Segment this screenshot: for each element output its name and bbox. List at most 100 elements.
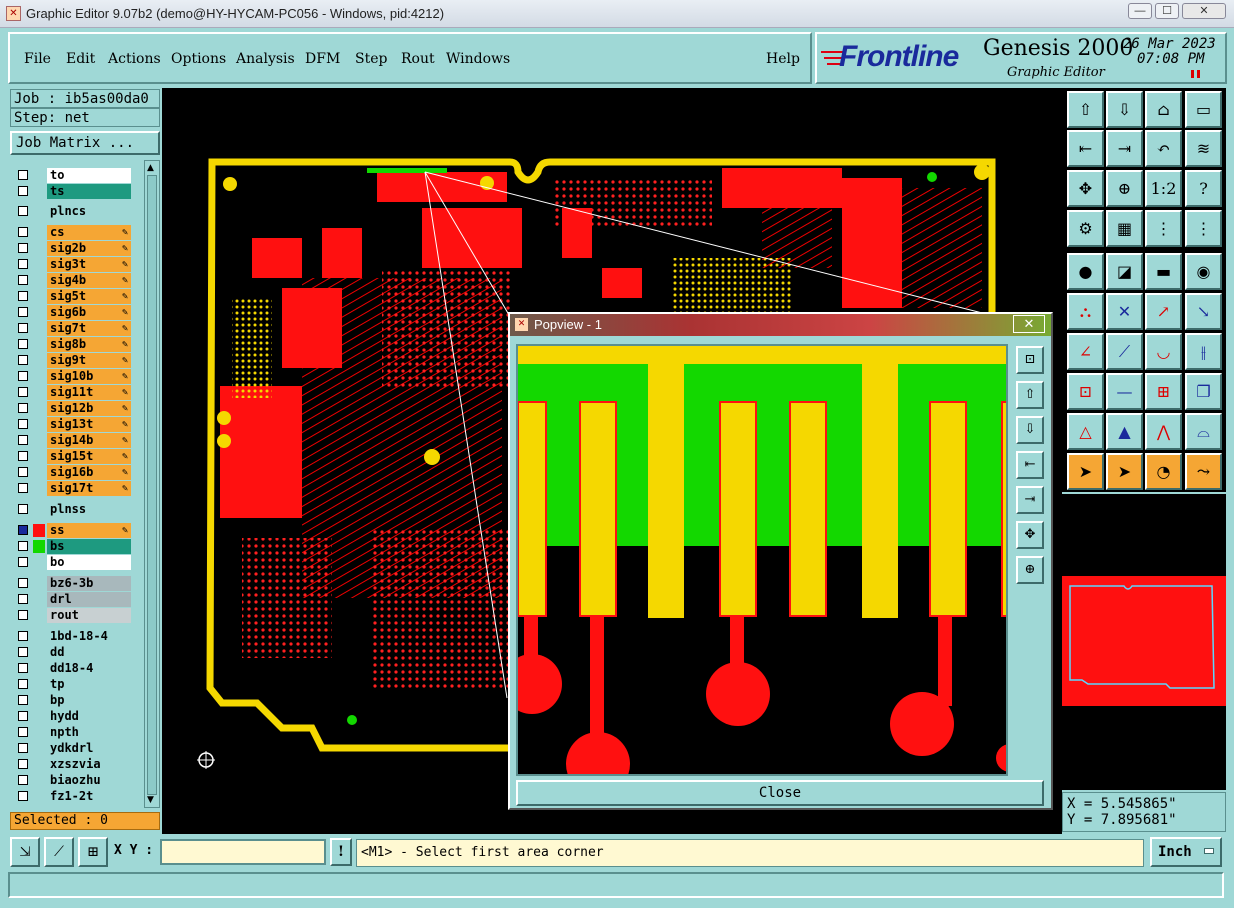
maximize-button[interactable]: ☐ — [1155, 3, 1179, 19]
layer-checkbox[interactable] — [18, 525, 28, 535]
merge-icon[interactable]: ⫲ — [1185, 333, 1222, 370]
slash-icon[interactable]: ⟋ — [1106, 333, 1143, 370]
layer-checkbox[interactable] — [18, 791, 28, 801]
layer-row[interactable]: sig12b ✎ — [15, 401, 131, 416]
layer-checkbox[interactable] — [18, 467, 28, 477]
fit-all-icon[interactable]: ✥ — [1067, 170, 1104, 207]
triangle-select-icon[interactable]: ▲ — [1106, 413, 1143, 450]
layer-row[interactable]: drl — [15, 592, 131, 607]
scroll-thumb[interactable] — [147, 175, 157, 795]
measure-tool-icon[interactable]: ⟋ — [44, 837, 74, 867]
layer-checkbox[interactable] — [18, 227, 28, 237]
pan-left-icon[interactable]: ⇤ — [1067, 130, 1104, 167]
menu-actions[interactable]: Actions — [108, 51, 161, 67]
layer-row[interactable]: sig16b ✎ — [15, 465, 131, 480]
layer-row[interactable]: sig8b ✎ — [15, 337, 131, 352]
layer-row[interactable]: npth — [15, 725, 131, 740]
ruler-icon[interactable]: ▬ — [1145, 253, 1182, 290]
pad-select-icon[interactable]: ● — [1067, 253, 1104, 290]
layer-row[interactable]: sig14b ✎ — [15, 433, 131, 448]
layer-row[interactable]: sig6b ✎ — [15, 305, 131, 320]
layer-row[interactable]: plncs — [15, 204, 131, 219]
layer-checkbox[interactable] — [18, 711, 28, 721]
fill-icon[interactable]: ◉ — [1185, 253, 1222, 290]
layer-row[interactable]: bp — [15, 693, 131, 708]
snap-icon[interactable]: ≋ — [1185, 130, 1222, 167]
home-up-icon[interactable]: ⇧ — [1067, 91, 1104, 128]
pointer-circle-icon[interactable]: ◔ — [1145, 453, 1182, 490]
layer-checkbox[interactable] — [18, 259, 28, 269]
layer-checkbox[interactable] — [18, 483, 28, 493]
copy-shapes-icon[interactable]: ❐ — [1185, 373, 1222, 410]
alert-icon[interactable]: ! — [330, 838, 352, 866]
grid-tool-icon[interactable]: ⊞ — [78, 837, 108, 867]
layer-checkbox[interactable] — [18, 419, 28, 429]
layer-checkbox[interactable] — [18, 371, 28, 381]
layer-row[interactable]: bz6-3b — [15, 576, 131, 591]
layer-row[interactable]: dd — [15, 645, 131, 660]
tool-settings-icon[interactable]: ⚙ — [1067, 210, 1104, 247]
layers-red-icon[interactable]: ⋮ — [1145, 210, 1182, 247]
layer-row[interactable]: fz1-2t — [15, 789, 131, 804]
layer-checkbox[interactable] — [18, 323, 28, 333]
layer-checkbox[interactable] — [18, 557, 28, 567]
layer-row[interactable]: ts — [15, 184, 131, 199]
line-draw-icon[interactable]: ∠ — [1067, 333, 1104, 370]
menu-help[interactable]: Help — [766, 51, 800, 67]
layer-checkbox[interactable] — [18, 451, 28, 461]
layer-row[interactable]: rout — [15, 608, 131, 623]
arc-icon[interactable]: ◡ — [1145, 333, 1182, 370]
layer-checkbox[interactable] — [18, 275, 28, 285]
zoom-window-icon[interactable]: ⊡ — [1016, 346, 1044, 374]
layer-row[interactable]: sig2b ✎ — [15, 241, 131, 256]
layer-checkbox[interactable] — [18, 775, 28, 785]
line-select-icon[interactable]: ◪ — [1106, 253, 1143, 290]
layer-row[interactable]: tp — [15, 677, 131, 692]
fit-icon[interactable]: ✥ — [1016, 521, 1044, 549]
query-icon[interactable]: ? — [1185, 170, 1222, 207]
menu-file[interactable]: File — [24, 51, 51, 67]
pan-left-icon[interactable]: ⇤ — [1016, 451, 1044, 479]
layer-row[interactable]: xzszvia — [15, 757, 131, 772]
layer-checkbox[interactable] — [18, 307, 28, 317]
pan-right-icon[interactable]: ⇥ — [1016, 486, 1044, 514]
arc-point-icon[interactable]: ↗ — [1145, 293, 1182, 330]
layer-row[interactable]: sig3t ✎ — [15, 257, 131, 272]
dash-icon[interactable]: — — [1106, 373, 1143, 410]
popview-canvas[interactable] — [516, 344, 1008, 776]
triangle-icon[interactable]: △ — [1067, 413, 1104, 450]
layer-row[interactable]: to — [15, 168, 131, 183]
layer-checkbox[interactable] — [18, 759, 28, 769]
close-window-button[interactable]: ✕ — [1182, 3, 1226, 19]
layer-row[interactable]: sig10b ✎ — [15, 369, 131, 384]
undo-icon[interactable]: ↶ — [1145, 130, 1182, 167]
overview-map[interactable] — [1062, 494, 1226, 790]
xy-input[interactable] — [160, 839, 326, 865]
layer-row[interactable]: sig13t ✎ — [15, 417, 131, 432]
popview-title-bar[interactable]: ✕ Popview - 1 ✕ — [510, 314, 1051, 336]
page-up-icon[interactable]: ⇧ — [1016, 381, 1044, 409]
layer-checkbox[interactable] — [18, 679, 28, 689]
menu-analysis[interactable]: Analysis — [236, 51, 295, 67]
scroll-up-icon[interactable]: ▲ — [147, 163, 154, 173]
layer-row[interactable]: plnss — [15, 502, 131, 517]
popview-close-icon[interactable]: ✕ — [1013, 315, 1045, 333]
layer-checkbox[interactable] — [18, 243, 28, 253]
layer-checkbox[interactable] — [18, 291, 28, 301]
layer-row[interactable]: 1bd-18-4 — [15, 629, 131, 644]
layer-row[interactable]: bs — [15, 539, 131, 554]
layer-checkbox[interactable] — [18, 647, 28, 657]
layer-row[interactable]: sig4b ✎ — [15, 273, 131, 288]
layer-row[interactable]: ss ✎ — [15, 523, 131, 538]
layer-checkbox[interactable] — [18, 578, 28, 588]
scroll-down-icon[interactable]: ▼ — [147, 795, 154, 805]
layer-checkbox[interactable] — [18, 695, 28, 705]
layer-row[interactable]: sig9t ✎ — [15, 353, 131, 368]
layer-row[interactable]: sig15t ✎ — [15, 449, 131, 464]
layer-checkbox[interactable] — [18, 610, 28, 620]
layer-row[interactable]: ydkdrl — [15, 741, 131, 756]
zoom-tool-icon[interactable]: ⇲ — [10, 837, 40, 867]
layer-row[interactable]: sig17t ✎ — [15, 481, 131, 496]
window-xy-icon[interactable]: ▭ — [1185, 91, 1222, 128]
zoom-in-icon[interactable]: ⊕ — [1106, 170, 1143, 207]
